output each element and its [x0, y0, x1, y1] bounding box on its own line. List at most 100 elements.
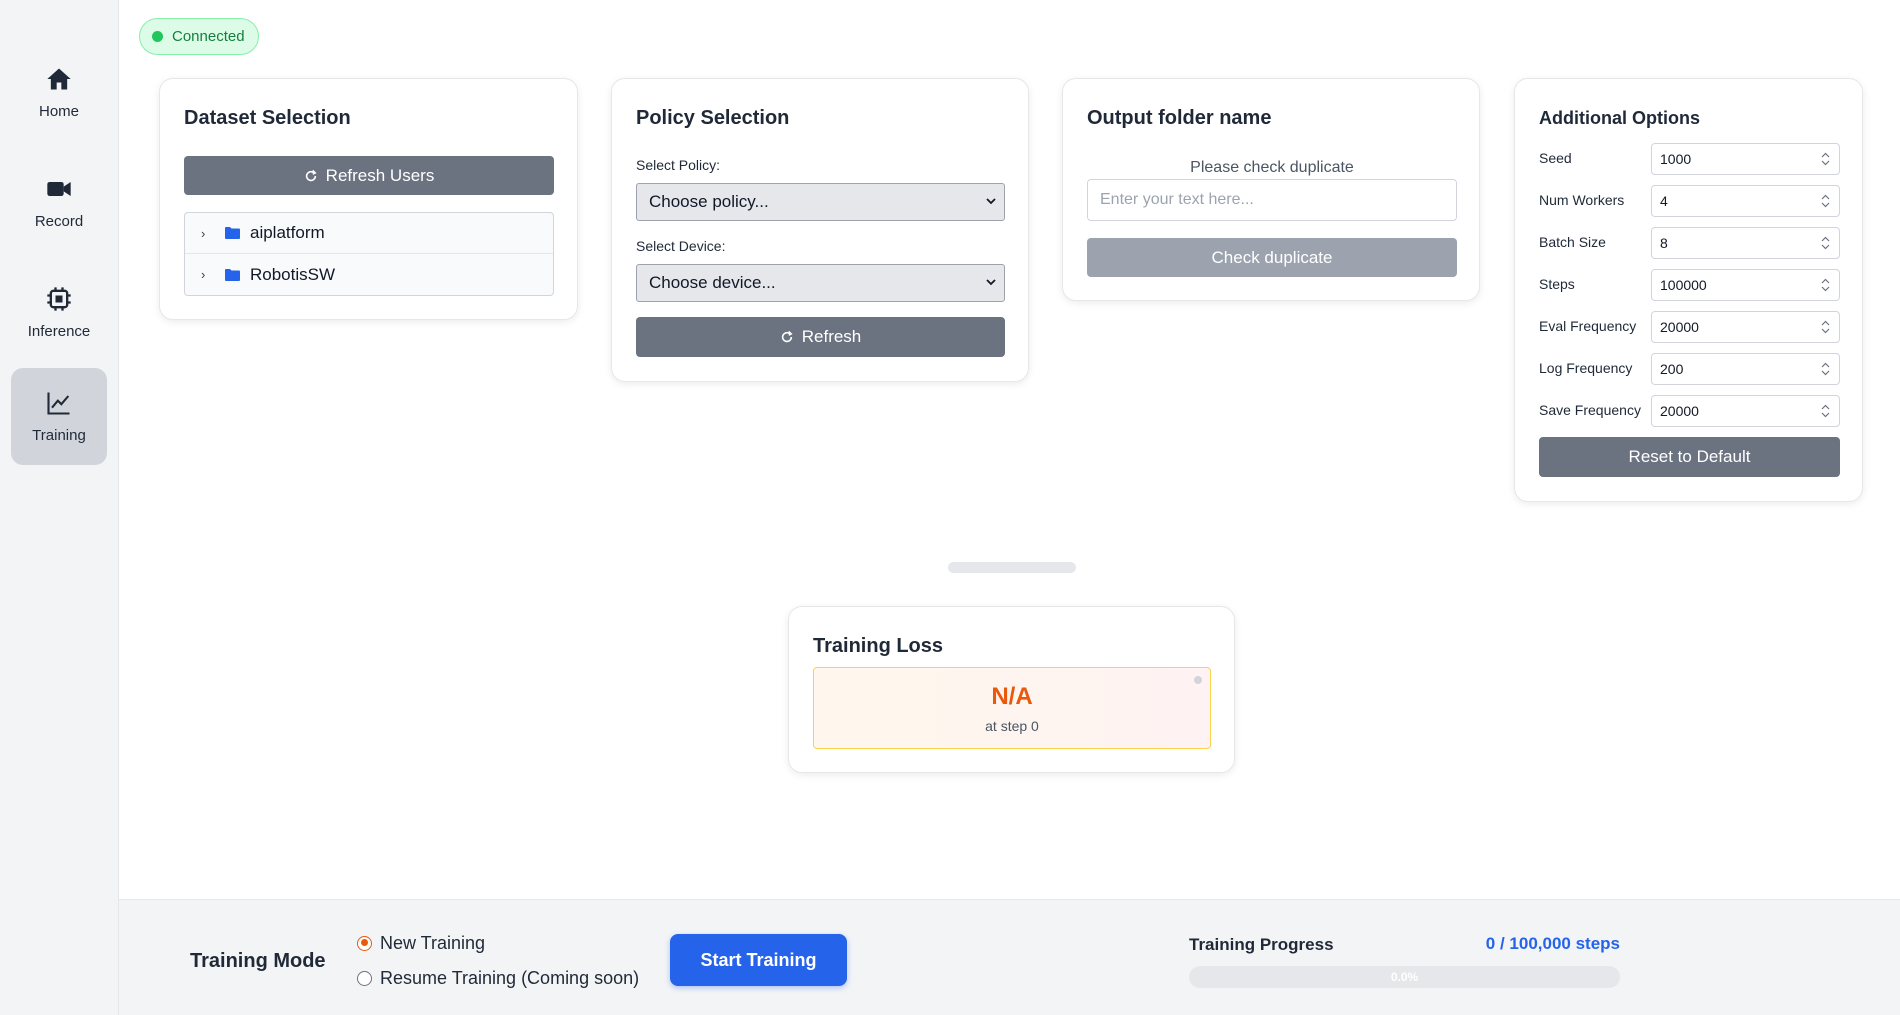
chevron-right-icon[interactable]: ›: [201, 267, 213, 282]
radio-resume-training[interactable]: Resume Training (Coming soon): [357, 967, 639, 989]
tree-item-aiplatform[interactable]: › aiplatform: [185, 213, 553, 254]
resize-handle[interactable]: [948, 562, 1076, 573]
spinner-icon[interactable]: [1821, 362, 1830, 376]
option-batch-size: Batch Size 8: [1539, 227, 1840, 259]
eval-frequency-value: 20000: [1660, 319, 1699, 335]
training-control-bar: Training Mode New Training Resume Traini…: [119, 899, 1900, 1015]
refresh-policy-button[interactable]: Refresh: [636, 317, 1005, 357]
device-select-value: Choose device...: [649, 273, 776, 292]
start-training-label: Start Training: [700, 949, 817, 970]
option-save-frequency: Save Frequency 20000: [1539, 395, 1840, 427]
option-eval-frequency: Eval Frequency 20000: [1539, 311, 1840, 343]
status-dot-icon: [1194, 676, 1202, 684]
policy-select-value: Choose policy...: [649, 192, 769, 211]
loss-title: Training Loss: [813, 635, 944, 657]
steps-value: 100000: [1660, 277, 1707, 293]
refresh-policy-label: Refresh: [801, 327, 862, 346]
chevron-down-icon: [986, 198, 996, 205]
nav-label-record: Record: [34, 213, 84, 230]
cpu-icon: [47, 287, 71, 311]
folder-icon: [225, 227, 240, 239]
option-label: Batch Size: [1539, 234, 1606, 250]
num-workers-input[interactable]: 4: [1651, 185, 1840, 217]
check-duplicate-button[interactable]: Check duplicate: [1087, 238, 1457, 277]
output-folder-card: Output folder name Please check duplicat…: [1062, 78, 1480, 301]
batch-size-input[interactable]: 8: [1651, 227, 1840, 259]
loss-value: N/A: [991, 683, 1033, 710]
refresh-icon: [781, 330, 793, 343]
save-frequency-value: 20000: [1660, 403, 1699, 419]
nav-item-training[interactable]: Training: [11, 368, 107, 465]
spinner-icon[interactable]: [1821, 320, 1830, 334]
options-title: Additional Options: [1539, 108, 1700, 128]
home-icon: [47, 68, 71, 90]
reset-default-label: Reset to Default: [1628, 447, 1751, 466]
start-training-button[interactable]: Start Training: [670, 934, 847, 986]
log-frequency-value: 200: [1660, 361, 1684, 377]
select-device-label: Select Device:: [636, 238, 726, 254]
option-label: Save Frequency: [1539, 402, 1641, 418]
reset-default-button[interactable]: Reset to Default: [1539, 437, 1840, 477]
dataset-selection-card: Dataset Selection Refresh Users › aiplat…: [159, 78, 578, 320]
tree-item-label: RobotisSW: [250, 264, 336, 284]
tree-item-robotissw[interactable]: › RobotisSW: [185, 254, 553, 295]
nav-item-record[interactable]: Record: [11, 154, 107, 251]
folder-icon: [225, 268, 240, 281]
chevron-down-icon: [986, 279, 996, 286]
refresh-users-button[interactable]: Refresh Users: [184, 156, 554, 195]
additional-options-card: Additional Options Seed 1000 Num Workers…: [1514, 78, 1863, 502]
select-policy-label: Select Policy:: [636, 157, 721, 173]
training-loss-card: Training Loss N/A at step 0: [788, 606, 1235, 773]
policy-title: Policy Selection: [636, 107, 790, 129]
spinner-icon[interactable]: [1821, 404, 1830, 418]
video-icon: [47, 182, 71, 196]
option-seed: Seed 1000: [1539, 143, 1840, 175]
spinner-icon[interactable]: [1821, 194, 1830, 208]
seed-value: 1000: [1660, 151, 1692, 167]
option-label: Num Workers: [1539, 192, 1625, 208]
radio-label: Resume Training (Coming soon): [380, 967, 640, 988]
progress-steps: 0 / 100,000 steps: [1485, 934, 1620, 953]
loss-step: at step 0: [985, 718, 1039, 734]
nav-item-home[interactable]: Home: [11, 44, 107, 141]
radio-new-training[interactable]: New Training: [357, 932, 485, 954]
dataset-title: Dataset Selection: [184, 107, 351, 129]
sidebar: Home Record Inference Training: [0, 0, 119, 1015]
duplicate-hint: Please check duplicate: [1190, 159, 1354, 176]
option-label: Steps: [1539, 276, 1575, 292]
connection-status-badge: Connected: [139, 18, 259, 55]
chevron-right-icon[interactable]: ›: [201, 226, 213, 241]
loss-display: N/A at step 0: [813, 667, 1211, 749]
option-steps: Steps 100000: [1539, 269, 1840, 301]
nav-label-inference: Inference: [27, 323, 91, 340]
training-mode-title: Training Mode: [190, 950, 326, 972]
option-label: Log Frequency: [1539, 360, 1633, 376]
progress-percent: 0.0%: [1390, 970, 1419, 984]
progress-bar: 0.0%: [1189, 966, 1620, 988]
tree-item-label: aiplatform: [250, 223, 325, 242]
eval-frequency-input[interactable]: 20000: [1651, 311, 1840, 343]
status-dot-icon: [152, 31, 163, 42]
log-frequency-input[interactable]: 200: [1651, 353, 1840, 385]
user-tree: › aiplatform › RobotisSW: [184, 212, 554, 296]
spinner-icon[interactable]: [1821, 236, 1830, 250]
policy-selection-card: Policy Selection Select Policy: Choose p…: [611, 78, 1029, 382]
nav-label-home: Home: [38, 103, 79, 120]
folder-name-input[interactable]: Enter your text here...: [1087, 179, 1457, 221]
save-frequency-input[interactable]: 20000: [1651, 395, 1840, 427]
spinner-icon[interactable]: [1821, 152, 1830, 166]
progress-label: Training Progress: [1189, 935, 1334, 954]
radio-button-icon[interactable]: [357, 970, 372, 986]
nav-label-training: Training: [32, 427, 86, 444]
nav-item-inference[interactable]: Inference: [11, 264, 107, 361]
check-duplicate-label: Check duplicate: [1211, 247, 1333, 267]
refresh-users-label: Refresh Users: [325, 165, 435, 185]
device-select[interactable]: Choose device...: [636, 264, 1005, 302]
spinner-icon[interactable]: [1821, 278, 1830, 292]
seed-input[interactable]: 1000: [1651, 143, 1840, 175]
refresh-icon: [305, 169, 317, 181]
policy-select[interactable]: Choose policy...: [636, 183, 1005, 221]
radio-button-icon[interactable]: [357, 935, 372, 951]
output-title: Output folder name: [1087, 107, 1272, 129]
steps-input[interactable]: 100000: [1651, 269, 1840, 301]
